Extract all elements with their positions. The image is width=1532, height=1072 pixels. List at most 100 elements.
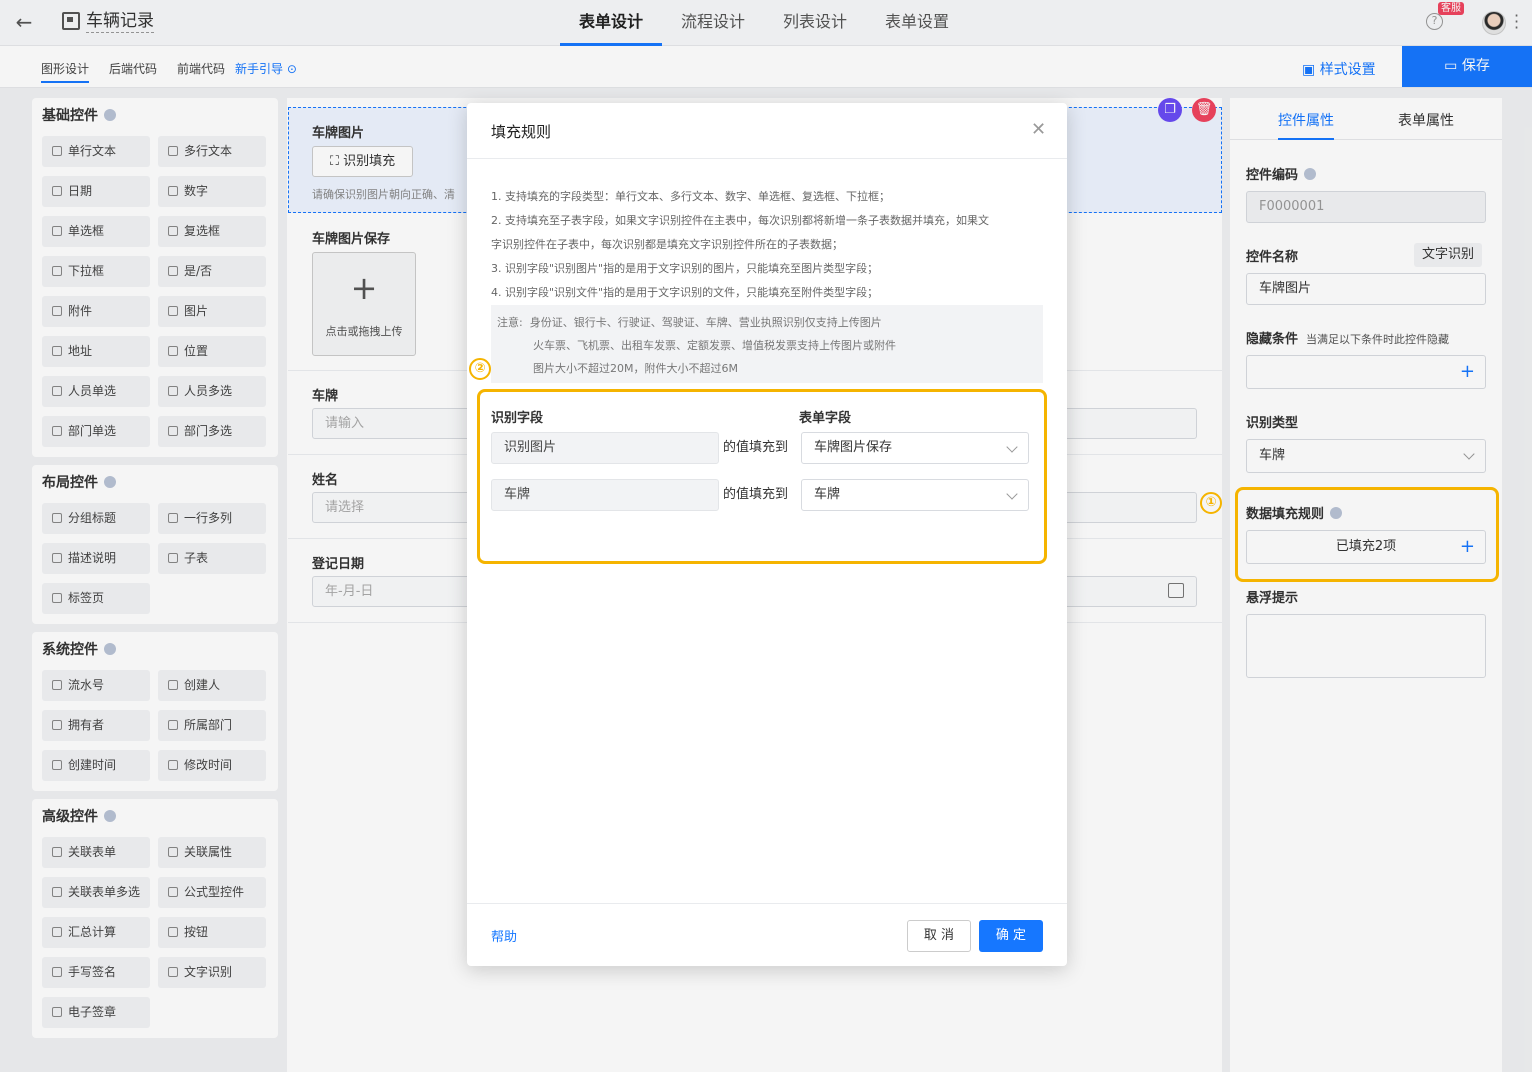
question-icon[interactable]: [104, 109, 116, 121]
question-icon[interactable]: [104, 476, 116, 488]
control-item[interactable]: 修改时间: [158, 750, 266, 781]
control-item[interactable]: 图片: [158, 296, 266, 327]
control-item[interactable]: 多行文本: [158, 136, 266, 167]
control-icon: [168, 186, 178, 196]
cancel-button[interactable]: 取 消: [907, 920, 971, 952]
subtab-backend-code[interactable]: 后端代码: [109, 60, 157, 77]
control-item[interactable]: 描述说明: [42, 543, 150, 574]
type-label: 识别类型: [1246, 416, 1299, 431]
control-item[interactable]: 关联表单多选: [42, 877, 150, 908]
calendar-icon[interactable]: [1168, 583, 1184, 598]
help-icon[interactable]: ?: [1426, 13, 1443, 30]
control-item[interactable]: 人员单选: [42, 376, 150, 407]
rule-line: 字识别控件在子表中，每次识别都是填充文字识别控件所在的子表数据；: [491, 238, 843, 251]
control-item[interactable]: 单行文本: [42, 136, 150, 167]
control-item[interactable]: 子表: [158, 543, 266, 574]
control-item[interactable]: 汇总计算: [42, 917, 150, 948]
copy-icon[interactable]: ❐: [1158, 98, 1182, 122]
control-item[interactable]: 一行多列: [158, 503, 266, 534]
control-icon: [52, 266, 62, 276]
control-icon: [52, 426, 62, 436]
dialog-title: 填充规则: [491, 123, 552, 141]
control-item[interactable]: 所属部门: [158, 710, 266, 741]
control-icon: [168, 266, 178, 276]
question-icon[interactable]: [104, 643, 116, 655]
control-item[interactable]: 部门多选: [158, 416, 266, 447]
control-icon: [52, 847, 62, 857]
control-icon: [168, 346, 178, 356]
type-select[interactable]: 车牌: [1246, 439, 1486, 473]
top-header: ← 车辆记录 表单设计 流程设计 列表设计 表单设置 ? 客服 · · ·: [0, 0, 1532, 46]
upload-area[interactable]: + 点击或拖拽上传: [312, 252, 416, 356]
customer-service-badge[interactable]: 客服: [1438, 2, 1464, 15]
control-item[interactable]: 关联属性: [158, 837, 266, 868]
tab-form-design[interactable]: 表单设计: [560, 0, 663, 46]
group-layout: 布局控件 分组标题 一行多列 描述说明 子表 标签页: [32, 465, 278, 624]
control-item[interactable]: 是/否: [158, 256, 266, 287]
control-item[interactable]: 数字: [158, 176, 266, 207]
delete-icon[interactable]: 🗑: [1192, 98, 1216, 122]
back-arrow-icon[interactable]: ←: [12, 10, 36, 34]
control-item[interactable]: 手写签名: [42, 957, 150, 988]
more-icon[interactable]: · · ·: [1514, 8, 1519, 36]
control-item[interactable]: 公式型控件: [158, 877, 266, 908]
ocr-fill-button[interactable]: ⛶ 识别填充: [312, 146, 413, 177]
app-title[interactable]: 车辆记录: [86, 10, 154, 33]
annotation-marker-2: ②: [469, 358, 491, 380]
control-item[interactable]: 文字识别: [158, 957, 266, 988]
control-item[interactable]: 人员多选: [158, 376, 266, 407]
control-item[interactable]: 位置: [158, 336, 266, 367]
control-item[interactable]: 按钮: [158, 917, 266, 948]
subtab-graphic-design[interactable]: 图形设计: [41, 60, 90, 83]
control-item[interactable]: 创建时间: [42, 750, 150, 781]
group-title: 布局控件: [42, 473, 268, 499]
close-icon[interactable]: ✕: [1031, 119, 1046, 140]
control-item[interactable]: 单选框: [42, 216, 150, 247]
tab-list-design[interactable]: 列表设计: [764, 0, 866, 46]
control-item[interactable]: 流水号: [42, 670, 150, 701]
control-item[interactable]: 创建人: [158, 670, 266, 701]
control-item[interactable]: 拥有者: [42, 710, 150, 741]
style-settings-button[interactable]: ▣ 样式设置: [1302, 59, 1376, 79]
chevron-down-icon: [1463, 448, 1475, 460]
name-field[interactable]: 车牌图片: [1246, 273, 1486, 305]
annotation-marker-1: ①: [1200, 492, 1222, 514]
subtab-frontend-code[interactable]: 前端代码: [177, 60, 225, 77]
control-item[interactable]: 分组标题: [42, 503, 150, 534]
control-icon: [52, 887, 62, 897]
add-icon[interactable]: +: [1460, 356, 1475, 388]
note-line: 图片大小不超过20M，附件大小不超过6M: [533, 362, 738, 375]
upload-text: 点击或拖拽上传: [325, 325, 403, 338]
control-item[interactable]: 地址: [42, 336, 150, 367]
control-item[interactable]: 复选框: [158, 216, 266, 247]
group-title: 高级控件: [42, 807, 268, 833]
control-item[interactable]: 下拉框: [42, 256, 150, 287]
tab-form-settings[interactable]: 表单设置: [866, 0, 968, 46]
control-icon: [168, 967, 178, 977]
question-icon[interactable]: [104, 810, 116, 822]
hide-condition-field[interactable]: +: [1246, 355, 1486, 389]
tab-flow-design[interactable]: 流程设计: [662, 0, 764, 46]
control-icon: [52, 967, 62, 977]
rule-line: 4. 识别字段"识别文件"指的是用于文字识别的文件，只能填充至附件类型字段；: [491, 286, 879, 299]
help-link[interactable]: 帮助: [491, 926, 517, 945]
field-label: 车牌图片保存: [312, 232, 391, 247]
rules-list: 1. 支持填充的字段类型：单行文本、多行文本、数字、单选框、复选框、下拉框； 2…: [491, 185, 1043, 305]
control-item[interactable]: 标签页: [42, 583, 150, 614]
guide-link[interactable]: 新手引导 ⊙: [235, 60, 297, 77]
save-icon: ▭: [1444, 58, 1462, 74]
hide-label: 隐藏条件 当满足以下条件时此控件隐藏: [1246, 332, 1450, 347]
control-item[interactable]: 日期: [42, 176, 150, 207]
control-item[interactable]: 关联表单: [42, 837, 150, 868]
control-item[interactable]: 电子签章: [42, 997, 150, 1028]
control-item[interactable]: 附件: [42, 296, 150, 327]
avatar[interactable]: [1482, 11, 1506, 35]
question-icon[interactable]: [1304, 168, 1317, 180]
confirm-button[interactable]: 确 定: [979, 920, 1043, 952]
field-label: 姓名: [312, 473, 339, 488]
save-button[interactable]: ▭ 保存: [1402, 46, 1532, 87]
control-item[interactable]: 部门单选: [42, 416, 150, 447]
tab-control-props[interactable]: 控件属性: [1278, 110, 1334, 140]
hover-tip-field[interactable]: [1246, 614, 1486, 678]
tab-form-props[interactable]: 表单属性: [1398, 110, 1454, 130]
